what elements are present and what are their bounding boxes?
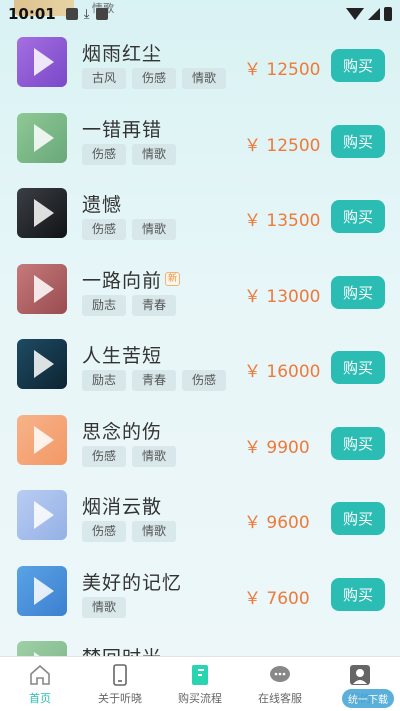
genre-tag: 伤感 <box>82 445 127 467</box>
song-title: 烟雨红尘 <box>82 43 163 65</box>
genre-tag: 青春 <box>132 294 177 316</box>
play-icon <box>34 274 54 303</box>
nav-item-chat[interactable]: 在线客服 <box>240 657 320 711</box>
price-label: ￥ 13500 <box>244 211 321 231</box>
song-title: 遗憾 <box>82 194 123 216</box>
genre-tag: 青春 <box>132 370 177 391</box>
list-item[interactable]: 遗憾伤感 情歌 ￥ 13500 购买 <box>0 176 400 252</box>
song-title: 思念的伤 <box>82 420 163 443</box>
price-label: ￥ 12500 <box>244 135 321 156</box>
download-icon: ⤓ <box>83 6 90 22</box>
price-label: ￥ 9900 <box>244 437 310 458</box>
price-label: ￥ 9600 <box>244 513 310 533</box>
signal-icon <box>368 8 380 20</box>
genre-tag: 情歌 <box>182 68 227 89</box>
song-thumbnail[interactable] <box>17 490 67 540</box>
song-title: 人生苦短 <box>82 345 163 367</box>
genre-tag: 伤感 <box>132 68 177 89</box>
tag-list: 情歌 <box>82 596 127 618</box>
bottom-nav: 首页关于听晓购买流程在线客服我的统一下载 <box>0 656 400 711</box>
chat-icon <box>268 663 292 687</box>
song-thumbnail[interactable] <box>17 37 67 87</box>
genre-tag: 励志 <box>82 370 127 391</box>
play-icon <box>34 350 54 378</box>
genre-tag: 情歌 <box>132 445 177 467</box>
nav-item-home[interactable]: 首页 <box>0 657 80 711</box>
list-item[interactable]: 一错再错 伤感 情歌 ￥ 12500 购买 <box>0 101 400 177</box>
tag-list: 励志 青春 <box>82 294 177 316</box>
list-item[interactable]: 一路向前新励志 青春 ￥ 13000 购买 <box>0 252 400 328</box>
nav-label: 在线客服 <box>258 691 302 705</box>
buy-button[interactable]: 购买 <box>331 426 385 460</box>
tag-list: 伤感 情歌 <box>82 143 177 165</box>
song-thumbnail[interactable] <box>17 414 67 465</box>
buy-button[interactable]: 购买 <box>331 502 385 535</box>
genre-tag: 情歌 <box>132 219 177 240</box>
buy-button[interactable]: 购买 <box>331 275 385 309</box>
play-icon <box>34 123 54 152</box>
home-icon <box>28 663 52 687</box>
battery-icon <box>384 7 392 21</box>
genre-tag: 伤感 <box>82 521 127 542</box>
price-label: ￥ 16000 <box>244 362 321 382</box>
list-item[interactable]: 思念的伤 伤感 情歌 ￥ 9900 购买 <box>0 403 400 479</box>
list-item[interactable]: 烟雨红尘古风 伤感 情歌 ￥ 12500 购买 <box>0 25 400 101</box>
tag-list: 伤感 情歌 <box>82 521 177 542</box>
phone-icon <box>108 663 132 687</box>
nav-label: 关于听晓 <box>98 691 142 705</box>
nav-label: 首页 <box>29 691 51 705</box>
song-thumbnail[interactable] <box>17 188 67 238</box>
genre-tag: 古风 <box>82 68 127 89</box>
wifi-icon <box>346 8 364 20</box>
song-thumbnail[interactable] <box>17 112 67 163</box>
list-item[interactable]: 人生苦短励志 青春 伤感 ￥ 16000 购买 <box>0 327 400 403</box>
tag-list: 伤感 情歌 <box>82 445 177 467</box>
price-label: ￥ 13000 <box>244 286 321 307</box>
song-thumbnail[interactable] <box>17 565 67 616</box>
nav-item-phone[interactable]: 关于听晓 <box>80 657 160 711</box>
a-icon <box>95 8 108 20</box>
song-list: 烟雨红尘 古风 伤感 情歌 ￥ 12500 购买 一错再错 伤感 情歌 ￥ 12500 购买 遗憾 伤感… <box>0 25 400 705</box>
buy-button[interactable]: 购买 <box>331 200 385 233</box>
status-time: 10:01 <box>8 5 56 23</box>
song-title: 一错再错 <box>82 118 163 141</box>
genre-tag: 情歌 <box>132 521 177 542</box>
tag-list: 伤感 情歌 <box>82 219 177 240</box>
watermark-logo: 统一下载 <box>342 689 394 708</box>
play-icon <box>34 501 54 529</box>
play-icon <box>34 199 54 227</box>
nav-label: 购买流程 <box>178 691 222 705</box>
new-badge: 新 <box>165 272 181 286</box>
genre-tag: 情歌 <box>82 596 127 618</box>
genre-tag: 伤感 <box>82 219 127 240</box>
play-icon <box>34 576 54 605</box>
list-item[interactable]: 烟消云散伤感 情歌 ￥ 9600 购买 <box>0 478 400 554</box>
buy-button[interactable]: 购买 <box>331 49 385 82</box>
genre-tag: 伤感 <box>82 143 127 165</box>
genre-tag: 励志 <box>82 294 127 316</box>
song-thumbnail[interactable] <box>17 339 67 389</box>
song-title: 烟消云散 <box>82 496 163 518</box>
buy-button[interactable]: 购买 <box>331 124 385 158</box>
price-label: ￥ 12500 <box>244 60 321 80</box>
buy-button[interactable]: 购买 <box>331 577 385 611</box>
genre-tag: 伤感 <box>182 370 227 391</box>
song-title: 一路向前 <box>82 269 163 292</box>
tag-list: 励志 青春 伤感 <box>82 370 227 391</box>
user-icon <box>348 663 372 687</box>
song-title: 美好的记忆 <box>82 571 183 594</box>
song-thumbnail[interactable] <box>17 263 67 314</box>
book-icon <box>188 663 212 687</box>
play-icon <box>34 425 54 454</box>
buy-button[interactable]: 购买 <box>331 351 385 384</box>
list-item[interactable]: 美好的记忆 情歌 ￥ 7600 购买 <box>0 554 400 630</box>
nav-item-book[interactable]: 购买流程 <box>160 657 240 711</box>
price-label: ￥ 7600 <box>244 588 310 609</box>
status-bar: 10:01 ⤓ <box>0 0 400 28</box>
gallery-icon <box>65 8 78 20</box>
play-icon <box>34 48 54 76</box>
genre-tag: 情歌 <box>132 143 177 165</box>
tag-list: 古风 伤感 情歌 <box>82 68 227 89</box>
